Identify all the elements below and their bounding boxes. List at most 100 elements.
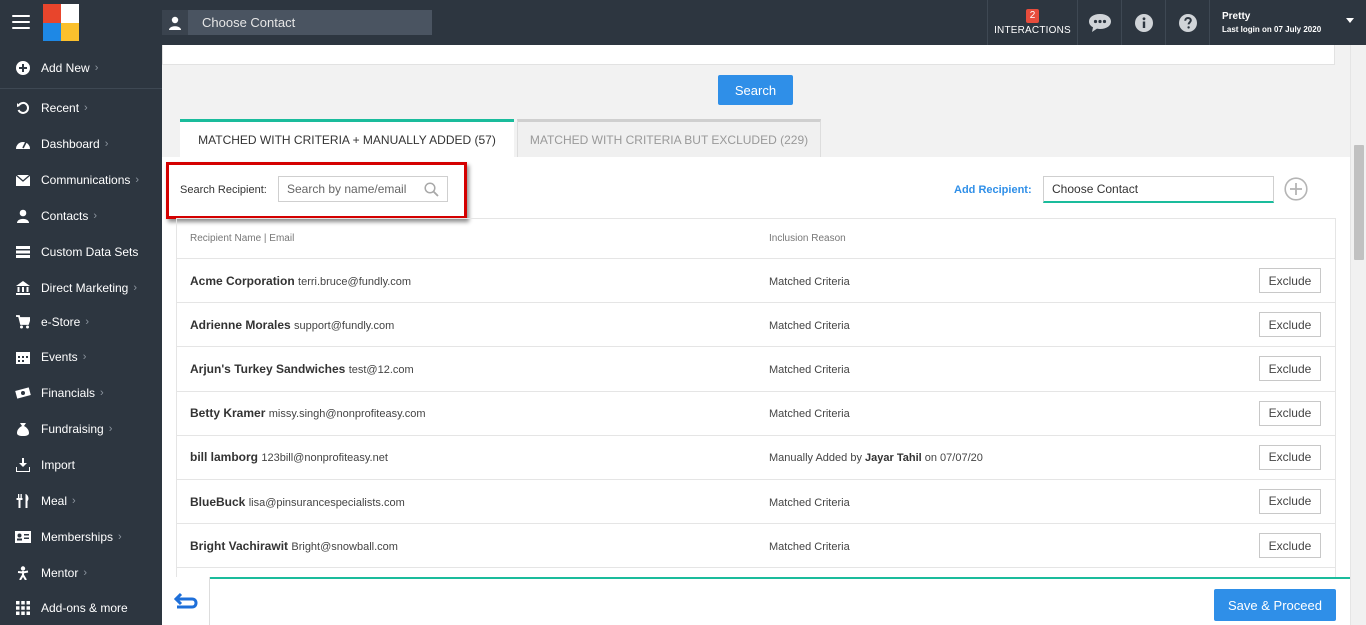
exclude-button[interactable]: Exclude — [1259, 312, 1321, 338]
exclude-button[interactable]: Exclude — [1259, 400, 1321, 426]
chevron-right-icon: › — [93, 210, 98, 222]
sidebar-item-fundraising[interactable]: Fundraising › — [0, 412, 162, 446]
sidebar-item-label: Recent — [41, 101, 80, 115]
user-menu[interactable]: Pretty Last login on 07 July 2020 — [1209, 0, 1366, 45]
help-icon — [1178, 13, 1197, 32]
scrollbar-thumb[interactable] — [1354, 145, 1364, 260]
sidebar-item-memberships[interactable]: Memberships › — [0, 520, 162, 554]
sidebar-item-label: Meal — [41, 494, 68, 508]
caret-down-icon — [1346, 18, 1354, 23]
idcard-icon — [15, 529, 31, 545]
vertical-scrollbar[interactable] — [1350, 45, 1366, 625]
sidebar-item-add-ons-more[interactable]: Add-ons & more — [0, 591, 162, 625]
sidebar-item-label: Mentor — [41, 566, 79, 580]
sidebar-item-label: Add New — [41, 61, 90, 75]
sidebar: Add New › Recent › Dashboard › Communications ›… — [0, 45, 162, 625]
info-icon — [1134, 13, 1153, 32]
sidebar-item-events[interactable]: Events › — [0, 340, 162, 374]
sidebar-item-label: Memberships — [41, 530, 114, 544]
sidebar-item-e-store[interactable]: e-Store › — [0, 305, 162, 339]
sidebar-item-recent[interactable]: Recent › — [0, 91, 162, 125]
inclusion-reason: Matched Criteria — [769, 408, 850, 421]
added-date: on 07/07/20 — [924, 452, 983, 465]
search-button[interactable]: Search — [718, 75, 793, 105]
recipient-name[interactable]: bill lamborg — [190, 450, 258, 464]
sidebar-item-contacts[interactable]: Contacts › — [0, 199, 162, 233]
choose-contact-search[interactable]: Choose Contact — [162, 10, 432, 35]
inclusion-reason: Matched Criteria — [769, 496, 850, 509]
sidebar-item-label: Add-ons & more — [41, 601, 128, 615]
hamburger-menu-icon[interactable] — [12, 15, 30, 29]
sidebar-item-add-new[interactable]: Add New › — [0, 51, 162, 85]
recipient-email: Bright@snowball.com — [291, 540, 398, 553]
top-bar: Choose Contact 2 INTERACTIONS Pretty Las… — [0, 0, 1366, 45]
sidebar-item-dashboard[interactable]: Dashboard › — [0, 127, 162, 161]
exclude-button[interactable]: Exclude — [1259, 488, 1321, 514]
save-proceed-button[interactable]: Save & Proceed — [1214, 589, 1336, 621]
sidebar-item-communications[interactable]: Communications › — [0, 163, 162, 197]
recipient-name[interactable]: Adrienne Morales — [190, 318, 291, 332]
sidebar-item-direct-marketing[interactable]: Direct Marketing › — [0, 271, 162, 305]
exclude-button[interactable]: Exclude — [1259, 356, 1321, 382]
recipient-name[interactable]: Acme Corporation — [190, 274, 295, 288]
tab-matched-excluded[interactable]: MATCHED WITH CRITERIA BUT EXCLUDED (229) — [517, 119, 821, 157]
recipients-table: Recipient Name | Email Inclusion Reason … — [176, 218, 1336, 613]
info-button[interactable] — [1121, 0, 1165, 45]
interactions-button[interactable]: 2 INTERACTIONS — [987, 0, 1077, 45]
inclusion-reason: Manually Added by Jayar Tahil on 07/07/2… — [769, 452, 983, 465]
inclusion-reason: Matched Criteria — [769, 319, 850, 332]
inclusion-reason: Matched Criteria — [769, 275, 850, 288]
chevron-right-icon: › — [94, 62, 99, 74]
table-row: Bright Vachirawit Bright@snowball.com Mat… — [177, 524, 1335, 569]
chevron-right-icon: › — [100, 387, 104, 399]
sidebar-item-label: Custom Data Sets — [41, 245, 139, 259]
recipient-name[interactable]: BlueBuck — [190, 495, 245, 509]
last-login: Last login on 07 July 2020 — [1222, 25, 1322, 34]
chevron-right-icon: › — [135, 174, 140, 186]
table-row: Adrienne Morales support@fundly.com Match… — [177, 303, 1335, 348]
help-button[interactable] — [1165, 0, 1209, 45]
exclude-button[interactable]: Exclude — [1259, 533, 1321, 559]
history-icon — [15, 100, 31, 116]
sidebar-item-import[interactable]: Import — [0, 448, 162, 482]
chevron-right-icon: › — [85, 316, 90, 328]
column-header-name: Recipient Name | Email — [190, 233, 295, 244]
chat-button[interactable] — [1077, 0, 1121, 45]
sidebar-item-financials[interactable]: Financials › — [0, 376, 162, 410]
sidebar-item-label: Import — [41, 458, 76, 472]
add-recipient-plus-icon[interactable] — [1284, 177, 1308, 201]
recipient-email: terri.bruce@fundly.com — [298, 275, 412, 288]
exclude-button[interactable]: Exclude — [1259, 444, 1321, 470]
back-button[interactable] — [162, 577, 210, 625]
sidebar-item-label: Dashboard — [41, 137, 100, 151]
interactions-label: INTERACTIONS — [994, 25, 1071, 36]
envelope-icon — [15, 172, 31, 188]
moneybag-icon — [15, 421, 31, 437]
sidebar-item-label: Communications — [41, 173, 131, 187]
chevron-right-icon: › — [82, 351, 87, 363]
sidebar-item-mentor[interactable]: Mentor › — [0, 556, 162, 590]
add-recipient-input[interactable] — [1043, 176, 1274, 203]
exclude-button[interactable]: Exclude — [1259, 268, 1321, 293]
tab-matched-manually-added[interactable]: MATCHED WITH CRITERIA + MANUALLY ADDED (… — [180, 119, 514, 157]
money-icon — [15, 385, 31, 401]
recipient-name[interactable]: Bright Vachirawit — [190, 539, 288, 553]
recipient-name[interactable]: Arjun's Turkey Sandwiches — [190, 362, 345, 376]
recipient-name[interactable]: Betty Kramer — [190, 406, 265, 420]
sidebar-divider — [0, 88, 162, 89]
chevron-right-icon: › — [133, 282, 138, 294]
added-by-name: Jayar Tahil — [865, 452, 922, 465]
table-row: bill lamborg 123bill@nonprofiteasy.net Ma… — [177, 436, 1335, 480]
column-header-reason: Inclusion Reason — [769, 233, 846, 244]
sidebar-item-label: Financials — [41, 386, 96, 400]
sidebar-item-custom-data-sets[interactable]: Custom Data Sets — [0, 235, 162, 269]
app-logo[interactable] — [43, 4, 79, 41]
recipient-email: lisa@pinsurancespecialists.com — [248, 496, 405, 509]
user-icon — [15, 208, 31, 224]
criteria-panel — [162, 45, 1335, 65]
sidebar-item-label: Fundraising — [41, 422, 104, 436]
main-content: Search MATCHED WITH CRITERIA + MANUALLY … — [162, 45, 1350, 625]
sidebar-item-meal[interactable]: Meal › — [0, 484, 162, 518]
database-icon — [15, 244, 31, 260]
footer-bar: Save & Proceed — [210, 577, 1350, 625]
